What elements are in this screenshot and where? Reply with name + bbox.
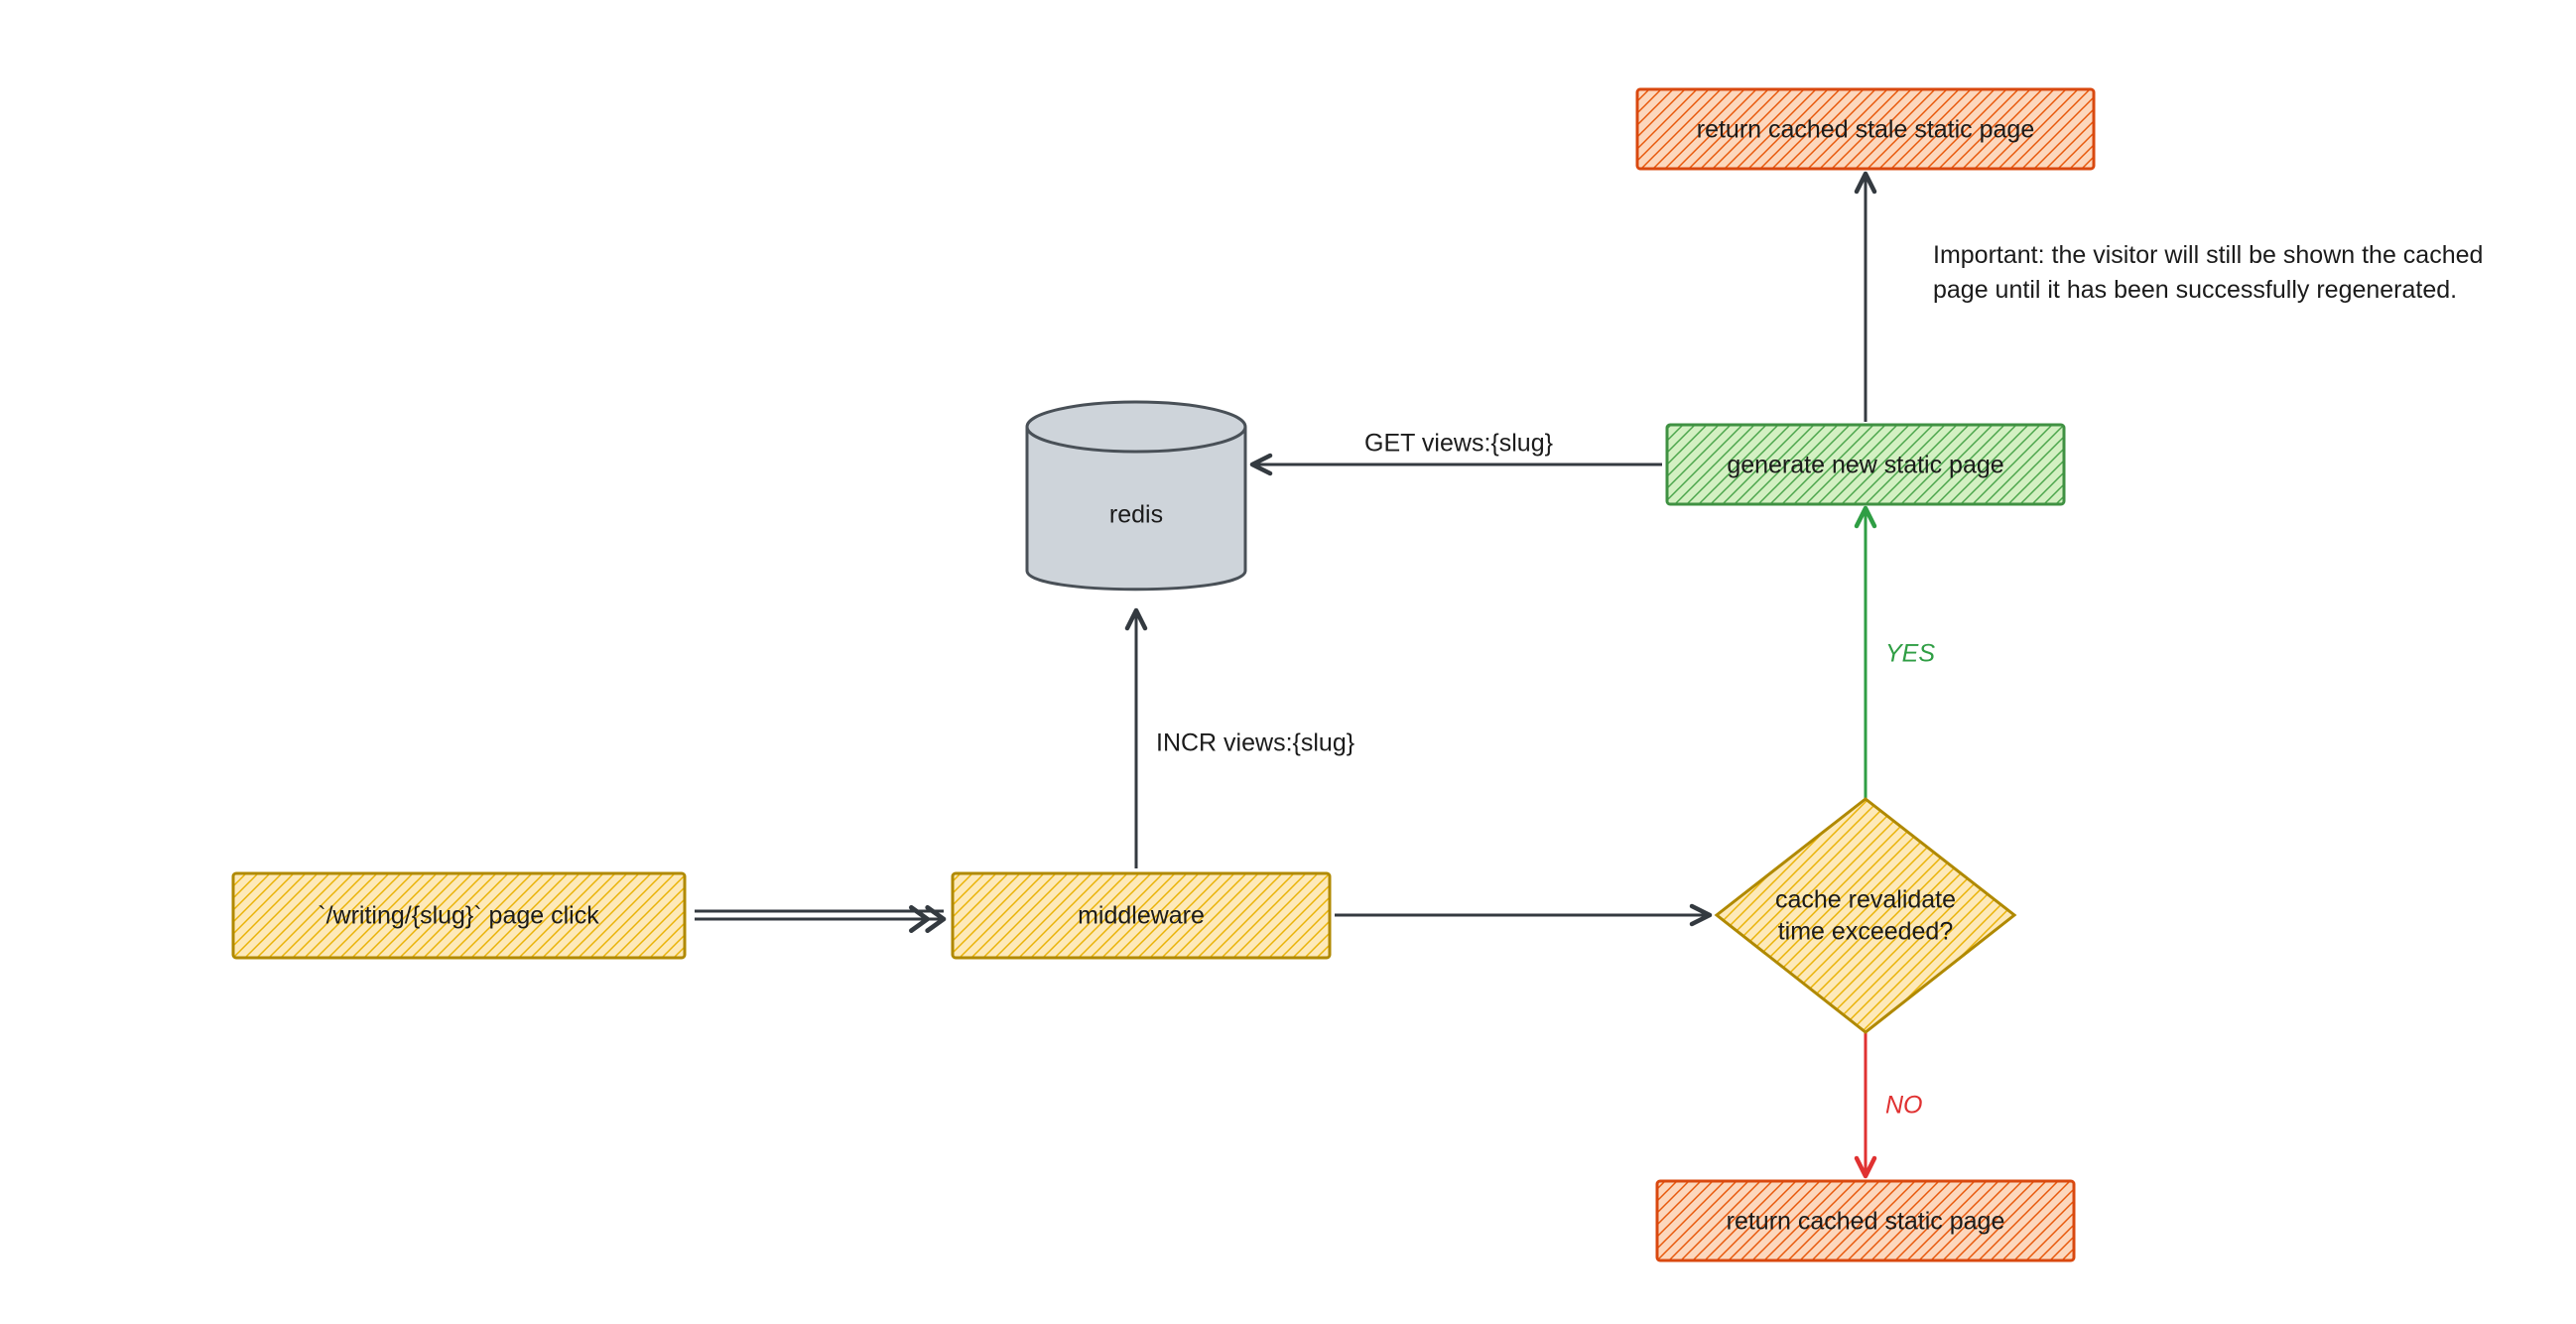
node-generate-label: generate new static page	[1727, 452, 2003, 479]
node-middleware: middleware	[953, 873, 1330, 958]
edge-label-get: GET views:{slug}	[1364, 430, 1553, 458]
node-return-stale-label: return cached stale static page	[1697, 116, 2034, 144]
node-generate: generate new static page	[1667, 425, 2064, 504]
node-decision-line2: time exceeded?	[1778, 918, 1954, 946]
edge-decision-no: NO	[1866, 1032, 1923, 1176]
node-decision-line1: cache revalidate	[1775, 886, 1956, 914]
edge-generate-to-redis: GET views:{slug}	[1252, 430, 1662, 464]
node-page-click-label: `/writing/{slug}` page click	[318, 902, 599, 930]
node-middleware-label: middleware	[1078, 902, 1205, 930]
node-redis: redis	[1027, 402, 1245, 590]
edge-pageclick-to-middleware	[695, 911, 944, 919]
edge-label-yes: YES	[1885, 640, 1935, 668]
annotation-line1: Important: the visitor will still be sho…	[1933, 241, 2483, 269]
node-decision: cache revalidate time exceeded?	[1717, 799, 2014, 1032]
flow-diagram: INCR views:{slug} YES NO GET views:{slug…	[0, 0, 2576, 1324]
annotation-line2: page until it has been successfully rege…	[1933, 276, 2457, 304]
node-return-cached-label: return cached static page	[1727, 1208, 2005, 1236]
node-page-click: `/writing/{slug}` page click	[233, 873, 685, 958]
edge-middleware-to-redis: INCR views:{slug}	[1136, 610, 1354, 868]
node-return-cached: return cached static page	[1657, 1181, 2074, 1260]
diagram-annotation: Important: the visitor will still be sho…	[1933, 241, 2483, 304]
edge-label-no: NO	[1885, 1092, 1923, 1120]
edge-label-incr: INCR views:{slug}	[1156, 729, 1354, 757]
edge-decision-yes: YES	[1866, 508, 1935, 799]
node-redis-label: redis	[1109, 501, 1163, 529]
node-return-stale: return cached stale static page	[1637, 89, 2094, 169]
